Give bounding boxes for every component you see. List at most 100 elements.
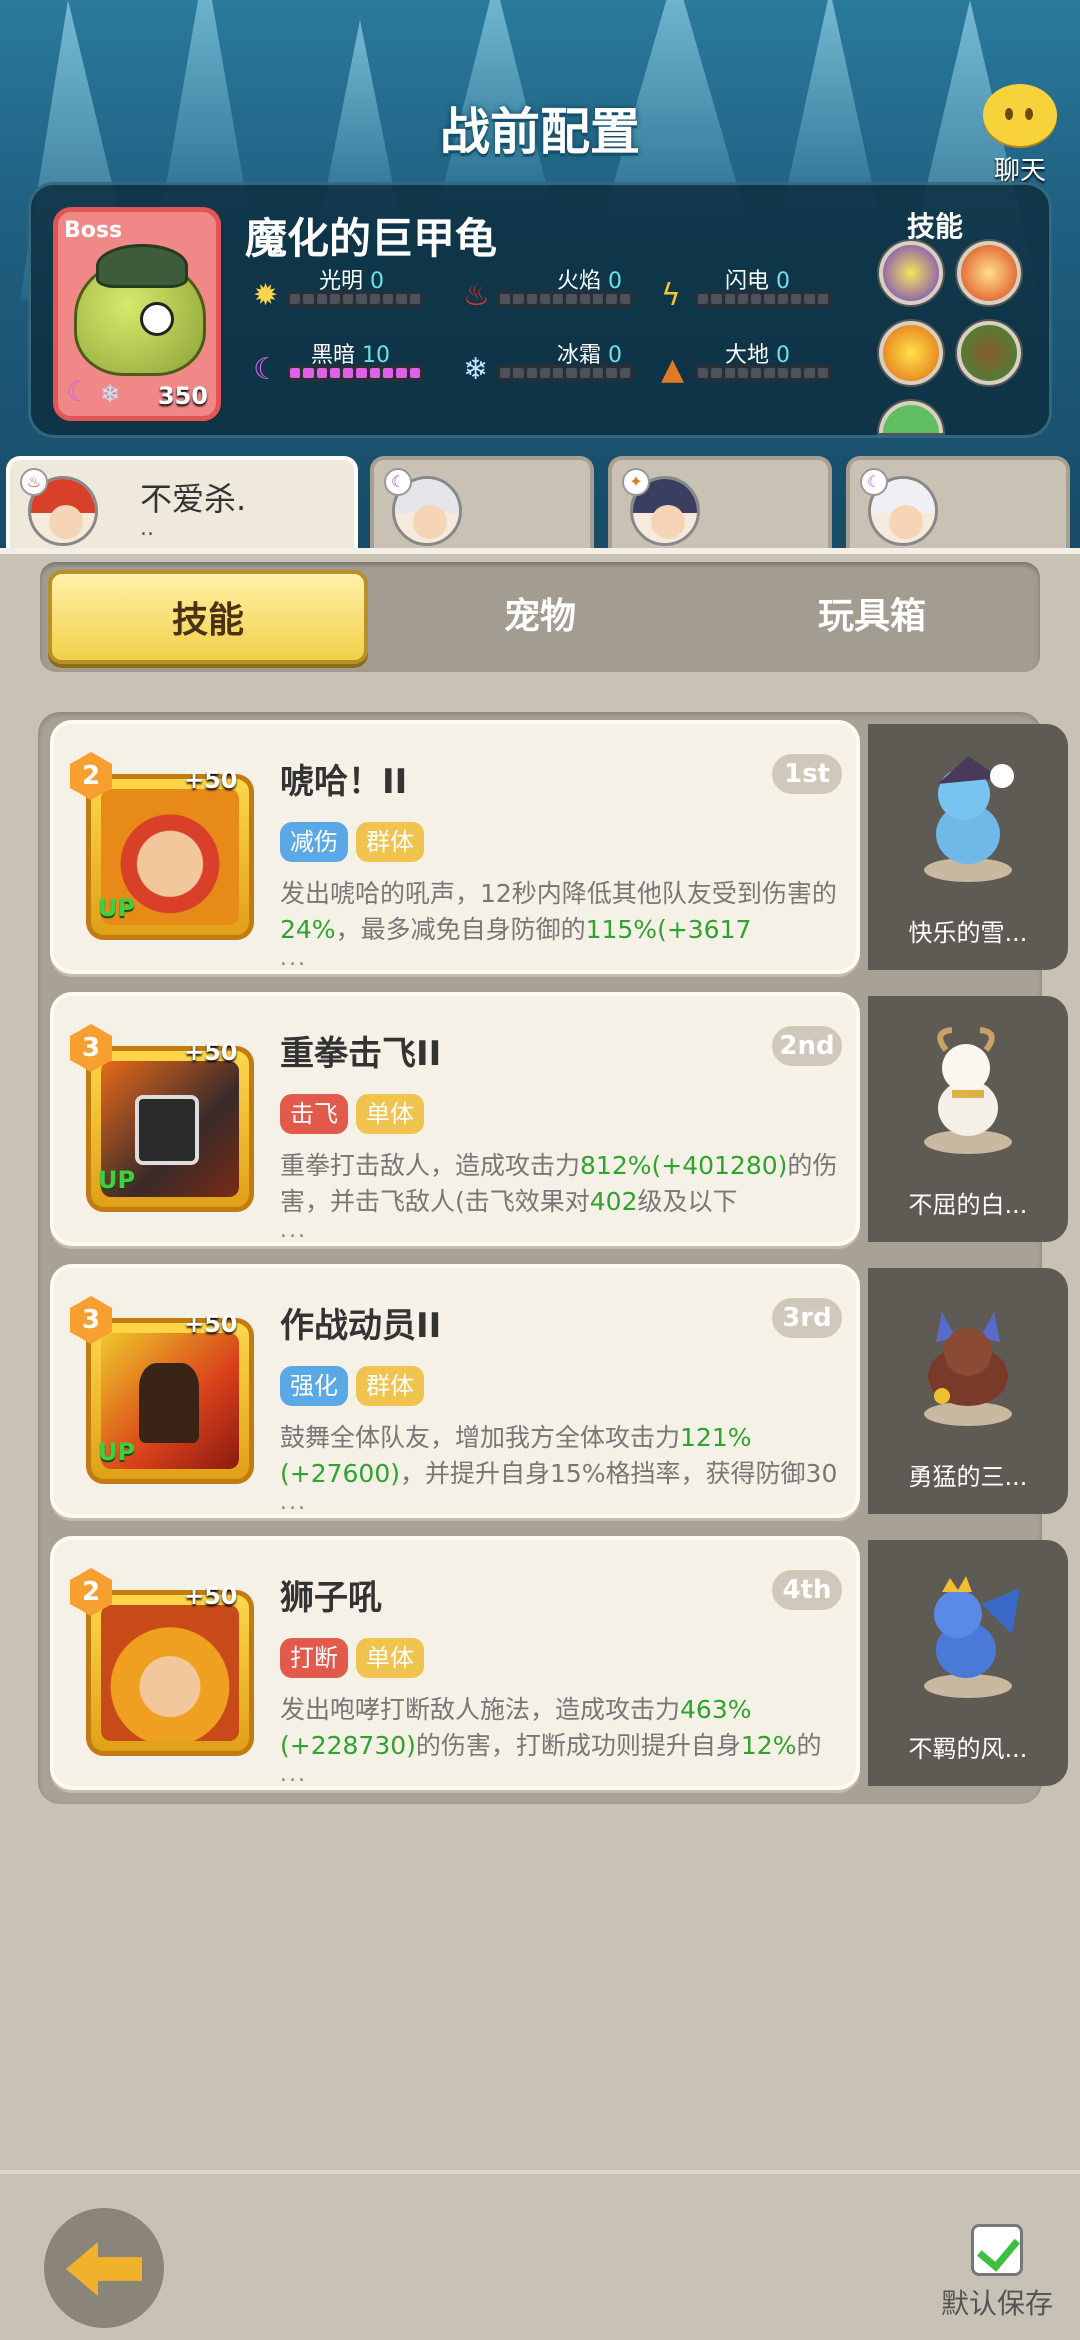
pet-slot[interactable]: 勇猛的三... bbox=[868, 1268, 1068, 1514]
element-bar bbox=[497, 365, 633, 381]
snowflake-icon: ❄ bbox=[463, 352, 489, 387]
pet-name: 不羁的风... bbox=[908, 1735, 1028, 1763]
skill-card[interactable]: 3 +50 UP 作战动员II 3rd 强化 群体 鼓舞全体队友，增加我方全体攻… bbox=[50, 1264, 860, 1518]
hero-tab[interactable]: ☾ bbox=[846, 456, 1070, 560]
boss-skills-label: 技能 bbox=[907, 210, 964, 243]
skill-plus: +50 bbox=[184, 766, 238, 794]
skill-tag: 群体 bbox=[356, 1366, 424, 1406]
element-frost: ❄ 冰霜 0 bbox=[463, 341, 663, 385]
flame-icon: ♨ bbox=[463, 278, 490, 313]
skill-card[interactable]: 3 +50 UP 重拳击飞II 2nd 击飞 单体 重拳打击敌人，造成攻击力81… bbox=[50, 992, 860, 1246]
boss-skill-icon[interactable] bbox=[879, 241, 943, 305]
pet-name: 勇猛的三... bbox=[908, 1463, 1028, 1491]
skill-plus: +50 bbox=[184, 1310, 238, 1338]
hero-element-badge: ☾ bbox=[384, 468, 412, 496]
dark-element-icon: ☾ bbox=[66, 375, 92, 408]
boss-level: 350 bbox=[157, 382, 208, 410]
skill-plus: +50 bbox=[184, 1582, 238, 1610]
default-save-toggle[interactable]: 默认保存 bbox=[932, 2224, 1062, 2322]
hero-element-badge: ✦ bbox=[622, 468, 650, 496]
description-ellipsis: ... bbox=[280, 1762, 307, 1787]
skill-description: 发出唬哈的吼声，12秒内降低其他队友受到伤害的24%，最多减免自身防御的115%… bbox=[280, 879, 837, 944]
skill-description: 鼓舞全体队友，增加我方全体攻击力121%(+27600)，并提升自身15%格挡率… bbox=[280, 1423, 838, 1488]
description-ellipsis: ... bbox=[280, 1490, 307, 1515]
skill-tag: 打断 bbox=[280, 1638, 348, 1678]
hero-tab[interactable]: ✦ bbox=[608, 456, 832, 560]
hero-element-badge: ☾ bbox=[860, 468, 888, 496]
footer-bar: 默认保存 bbox=[0, 2170, 1080, 2340]
pet-name: 快乐的雪... bbox=[908, 919, 1028, 947]
pet-snow-image bbox=[924, 756, 1014, 882]
page-title: 战前配置 bbox=[440, 103, 640, 161]
hero-element-badge: ♨ bbox=[20, 468, 48, 496]
element-bar bbox=[287, 365, 423, 381]
element-bar bbox=[497, 291, 633, 307]
element-lightning: ϟ 闪电 0 bbox=[661, 267, 861, 311]
skill-icon bbox=[86, 1590, 254, 1756]
element-fire: ♨ 火焰 0 bbox=[463, 267, 663, 311]
skill-tag: 减伤 bbox=[280, 822, 348, 862]
chat-button[interactable]: 聊天 bbox=[972, 84, 1068, 186]
boss-helmet bbox=[96, 244, 188, 288]
checkbox-icon bbox=[971, 2224, 1023, 2276]
skill-up-badge: UP bbox=[98, 1438, 136, 1466]
skill-order: 4th bbox=[772, 1570, 842, 1610]
boss-skill-icon[interactable] bbox=[879, 401, 943, 433]
skill-description: 重拳打击敌人，造成攻击力812%(+401280)的伤害，并击飞敌人(击飞效果对… bbox=[280, 1151, 838, 1216]
skill-tag: 击飞 bbox=[280, 1094, 348, 1134]
hero-subtitle: .. bbox=[140, 516, 154, 541]
pet-dragon-image bbox=[924, 1576, 1020, 1698]
boss-name: 魔化的巨甲龟 bbox=[245, 214, 498, 263]
element-light: ✹ 光明 0 bbox=[253, 267, 453, 311]
skill-card[interactable]: 2 +50 UP 唬哈！II 1st 减伤 群体 发出唬哈的吼声，12秒内降低其… bbox=[50, 720, 860, 974]
skill-tag: 强化 bbox=[280, 1366, 348, 1406]
element-bar bbox=[695, 291, 831, 307]
hero-tab[interactable]: ♨ 不爱杀. .. bbox=[6, 456, 358, 560]
pet-goat-image bbox=[924, 1027, 1012, 1154]
element-bar bbox=[287, 291, 423, 307]
skill-description: 发出咆哮打断敌人施法，造成攻击力463%(+228730)的伤害，打断成功则提升… bbox=[280, 1695, 822, 1760]
frost-element-icon: ❄ bbox=[100, 380, 121, 408]
mountain-icon: ▲ bbox=[661, 352, 685, 387]
skill-tag: 单体 bbox=[356, 1094, 424, 1134]
hero-name: 不爱杀. bbox=[140, 480, 247, 518]
skill-tag: 群体 bbox=[356, 822, 424, 862]
sun-icon: ✹ bbox=[253, 278, 279, 313]
pet-slot[interactable]: 快乐的雪... bbox=[868, 724, 1068, 970]
skill-tag: 单体 bbox=[356, 1638, 424, 1678]
skill-card[interactable]: 2 +50 狮子吼 4th 打断 单体 发出咆哮打断敌人施法，造成攻击力463%… bbox=[50, 1536, 860, 1790]
element-bar bbox=[695, 365, 831, 381]
tab-skills[interactable]: 技能 bbox=[48, 570, 368, 664]
tab-pets[interactable]: 宠物 bbox=[380, 570, 700, 664]
skill-name: 狮子吼 bbox=[280, 1578, 382, 1618]
pet-beast-image bbox=[924, 1312, 1012, 1426]
element-earth: ▲ 大地 0 bbox=[661, 341, 861, 385]
element-dark: ☾ 黑暗 10 bbox=[253, 341, 453, 385]
boss-panel: Boss ☾ ❄ 350 魔化的巨甲龟 ✹ 光明 0 ♨ 火焰 0 ϟ 闪电 0… bbox=[28, 182, 1052, 438]
boss-tag: Boss bbox=[64, 218, 123, 243]
chat-icon bbox=[983, 84, 1057, 146]
skill-name: 作战动员II bbox=[280, 1306, 442, 1346]
category-tabs: 技能 宠物 玩具箱 bbox=[40, 562, 1040, 672]
skill-up-badge: UP bbox=[98, 1166, 136, 1194]
boss-eye bbox=[140, 302, 174, 336]
boss-skill-icon[interactable] bbox=[957, 321, 1021, 385]
lightning-icon: ϟ bbox=[661, 278, 681, 313]
pet-name: 不屈的白... bbox=[908, 1191, 1028, 1219]
tab-toybox[interactable]: 玩具箱 bbox=[712, 570, 1032, 664]
boss-skill-icon[interactable] bbox=[879, 321, 943, 385]
pet-slot[interactable]: 不屈的白... bbox=[868, 996, 1068, 1242]
skill-name: 重拳击飞II bbox=[280, 1034, 442, 1074]
back-button[interactable] bbox=[44, 2208, 164, 2328]
boss-skill-icon[interactable] bbox=[957, 241, 1021, 305]
skill-order: 3rd bbox=[772, 1298, 842, 1338]
skill-order: 2nd bbox=[772, 1026, 842, 1066]
moon-icon: ☾ bbox=[253, 352, 280, 387]
boss-portrait[interactable]: Boss ☾ ❄ 350 bbox=[53, 207, 221, 421]
back-arrow-icon bbox=[66, 2242, 142, 2296]
save-label: 默认保存 bbox=[940, 2287, 1053, 2320]
skill-up-badge: UP bbox=[98, 894, 136, 922]
pet-slot[interactable]: 不羁的风... bbox=[868, 1540, 1068, 1786]
skill-list: 2 +50 UP 唬哈！II 1st 减伤 群体 发出唬哈的吼声，12秒内降低其… bbox=[38, 712, 1068, 1804]
hero-tab[interactable]: ☾ bbox=[370, 456, 594, 560]
